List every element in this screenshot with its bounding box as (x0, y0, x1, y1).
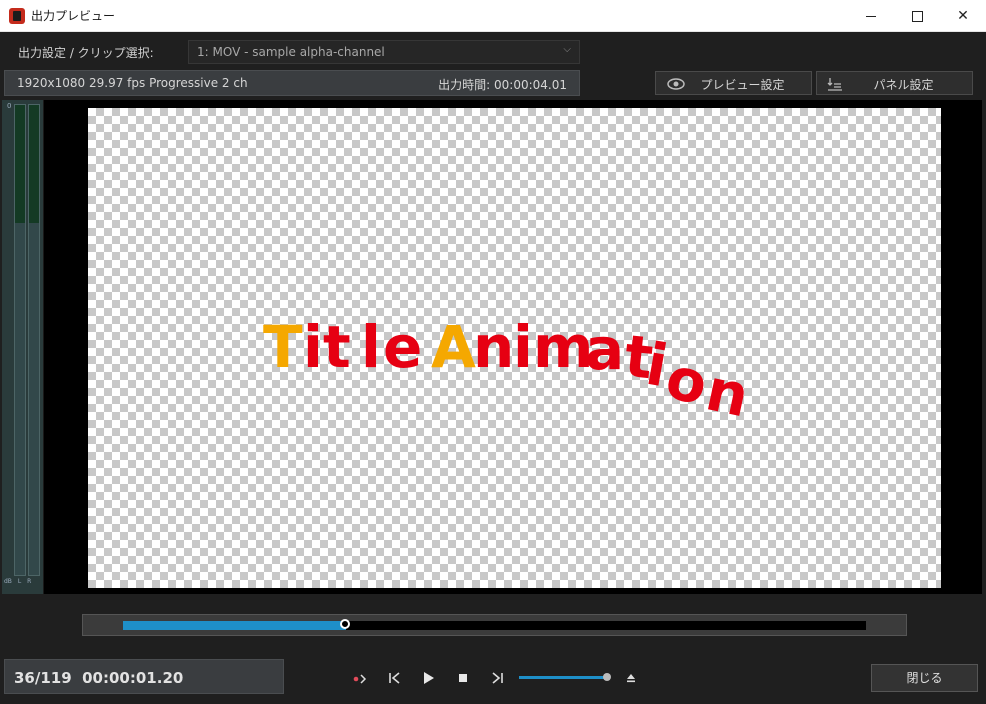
window-title: 出力プレビュー (31, 9, 116, 23)
close-icon: ✕ (957, 8, 969, 24)
title-animation-text: TitleAnimation (263, 310, 863, 431)
title-letter: i (303, 313, 323, 381)
preview-settings-label: プレビュー設定 (700, 78, 785, 92)
frame-counter: 36/119 00:00:01.20 (4, 659, 284, 694)
output-time: 出力時間: 00:00:04.01 (438, 78, 567, 92)
meter-channel-left (14, 104, 26, 576)
maximize-icon (911, 10, 923, 22)
eject-icon (627, 674, 635, 683)
clip-select-value: 1: MOV - sample alpha-channel (197, 45, 385, 59)
title-letter: n (473, 313, 515, 381)
panel-settings-button[interactable]: パネル設定 (816, 71, 973, 95)
record-button[interactable] (349, 668, 371, 688)
seek-handle[interactable] (339, 619, 350, 629)
meter-top-label: 0 (7, 102, 12, 110)
seek-bar[interactable] (82, 614, 907, 636)
audio-meter: 0 dB L R (2, 100, 44, 594)
stop-icon (459, 674, 467, 682)
skip-previous-icon (389, 672, 400, 684)
play-button[interactable] (418, 668, 440, 688)
title-letter: t (323, 313, 351, 381)
seek-progress (123, 621, 346, 630)
meter-db-label: dB (4, 578, 12, 585)
window-close-button[interactable]: ✕ (940, 0, 986, 32)
maximize-button[interactable] (894, 0, 940, 32)
title-letter: A (431, 313, 476, 381)
record-icon (353, 674, 367, 684)
stop-button[interactable] (452, 668, 474, 688)
current-frame: 36/119 (14, 669, 72, 687)
clip-select-dropdown[interactable]: 1: MOV - sample alpha-channel ⌵ (188, 40, 580, 64)
play-icon (424, 672, 434, 684)
format-info-bar: 1920x1080 29.97 fps Progressive 2 ch 出力時… (4, 70, 580, 96)
volume-slider[interactable] (519, 676, 607, 679)
panel-settings-label: パネル設定 (873, 78, 934, 92)
skip-next-button[interactable] (486, 668, 508, 688)
title-bar: 出力プレビュー ✕ (0, 0, 986, 32)
title-letter: e (383, 313, 423, 381)
skip-previous-button[interactable] (384, 668, 406, 688)
eject-button[interactable] (620, 668, 642, 688)
meter-footer: dB L R (4, 578, 31, 585)
skip-next-icon (492, 672, 503, 684)
title-letter: l (361, 313, 381, 381)
title-letter: a (585, 315, 625, 383)
meter-channel-right (28, 104, 40, 576)
preview-settings-button[interactable]: プレビュー設定 (655, 71, 812, 95)
meter-left-label: L (17, 578, 22, 585)
chevron-down-icon: ⌵ (563, 44, 571, 55)
volume-handle[interactable] (603, 673, 611, 681)
close-button[interactable]: 閉じる (871, 664, 978, 692)
meter-right-label: R (27, 578, 32, 585)
clip-select-label: 出力設定 / クリップ選択: (18, 46, 154, 60)
minimize-button[interactable] (848, 0, 894, 32)
format-info: 1920x1080 29.97 fps Progressive 2 ch (17, 76, 248, 90)
current-time: 00:00:01.20 (82, 669, 184, 687)
seek-track[interactable] (123, 619, 866, 630)
title-letter: T (263, 313, 303, 381)
preview-canvas: TitleAnimation (88, 108, 941, 588)
minimize-icon (866, 15, 876, 17)
app-icon (9, 8, 25, 24)
title-letter: i (513, 313, 533, 381)
